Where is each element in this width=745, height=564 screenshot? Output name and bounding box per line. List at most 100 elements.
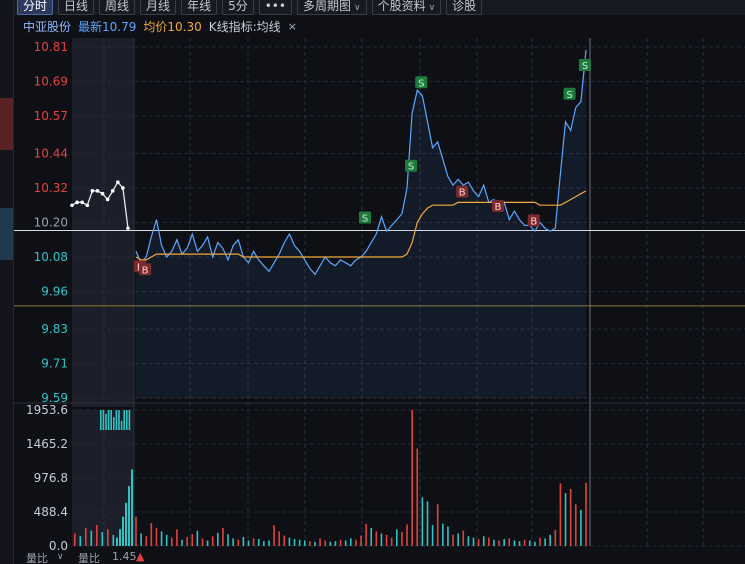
volume-bar: [263, 541, 265, 546]
auction-volume-bar: [118, 410, 120, 430]
volume-bar: [288, 537, 291, 546]
marker-label: S: [582, 61, 588, 72]
volume-bar: [528, 540, 531, 546]
volume-bar: [549, 534, 552, 546]
volume-bar: [564, 493, 567, 546]
price-tick-label: 10.08: [34, 250, 68, 264]
volume-bar: [406, 524, 408, 546]
volume-bar: [462, 530, 465, 546]
volume-bar: [534, 541, 536, 546]
marker-label: B: [530, 216, 537, 227]
volume-bar: [467, 536, 470, 546]
volume-bar: [268, 540, 270, 546]
price-tick-label: 10.57: [34, 109, 68, 123]
auction-price-point: [80, 200, 84, 205]
volume-bar: [232, 538, 234, 546]
volume-bar: [283, 535, 286, 546]
chevron-down-icon[interactable]: ∨: [57, 552, 64, 562]
volume-bar: [349, 538, 352, 546]
volume-tick-label: 488.4: [34, 505, 68, 519]
price-tick-label: 10.44: [34, 146, 68, 160]
volume-bar: [145, 536, 148, 546]
volume-bar: [503, 539, 505, 546]
volume-bar: [176, 529, 178, 546]
auction-volume-bar: [107, 410, 110, 430]
volume-bar: [523, 539, 526, 546]
marker-label: S: [418, 78, 424, 89]
volume-tick-label: 1953.6: [26, 403, 68, 417]
price-tick-label: 10.81: [34, 40, 68, 54]
volume-bar: [329, 541, 332, 546]
intraday-chart[interactable]: 10.81 10.69 10.57 10.44 10.32 10.20 10.08 9.96 9…: [0, 0, 745, 552]
price-tick-label: 10.32: [34, 181, 68, 195]
volume-bar: [508, 538, 511, 546]
volume-bar: [436, 504, 439, 546]
auction-price-point: [116, 180, 120, 185]
volume-bar: [309, 541, 311, 546]
price-tick-label: 9.96: [41, 285, 68, 299]
auction-volume-bar: [105, 413, 107, 430]
volume-tick-label: 0.0: [49, 539, 68, 552]
volume-bar: [375, 531, 378, 546]
volume-bar: [457, 533, 459, 546]
auction-volume-bar: [113, 417, 115, 430]
volume-bar: [257, 539, 260, 546]
volume-bar: [416, 448, 419, 546]
volume-bar: [539, 537, 541, 546]
marker-label: S: [362, 214, 368, 225]
volume-bar: [482, 536, 485, 546]
volume-bar: [344, 540, 347, 546]
volume-bar: [112, 534, 115, 546]
volume-bar: [585, 482, 587, 546]
volume-bar: [252, 538, 255, 546]
volume-bar: [90, 530, 93, 546]
volume-bar: [273, 525, 275, 546]
auction-price-point: [70, 203, 74, 208]
auction-price-point: [100, 191, 105, 196]
auction-volume-bar: [128, 486, 130, 546]
auction-price-point: [95, 189, 100, 193]
volume-bar: [237, 539, 240, 546]
volume-bar: [303, 540, 306, 546]
volume-bar: [293, 539, 296, 546]
marker-label: S: [408, 162, 414, 173]
price-tick-label: 10.69: [34, 75, 68, 89]
price-tick-label: 9.83: [41, 322, 68, 336]
volume-bar: [135, 516, 137, 546]
volume-bar: [380, 533, 383, 546]
marker-label: S: [566, 90, 572, 101]
volume-bar: [559, 483, 562, 546]
auction-price-point: [121, 186, 125, 190]
volume-bar: [452, 534, 454, 546]
marker-label: B: [495, 202, 502, 213]
volume-bar: [96, 525, 98, 546]
auction-volume-bar: [119, 529, 121, 546]
volume-bar: [107, 529, 109, 546]
volume-bar: [222, 527, 224, 546]
volume-bar: [160, 531, 163, 546]
volume-bar: [140, 533, 142, 546]
auction-volume-bar: [115, 410, 118, 430]
volume-bar: [431, 525, 434, 546]
volume-bar: [580, 509, 582, 546]
volume-bar: [442, 523, 444, 546]
volume-bar: [324, 540, 327, 546]
volume-bar: [191, 534, 194, 546]
price-tick-label: 10.20: [34, 216, 68, 230]
auction-price-point: [85, 203, 90, 208]
footer-volume-ratio-2: 量比: [78, 552, 100, 564]
auction-volume-bar: [128, 410, 131, 430]
footer-volume-ratio-1[interactable]: 量比: [26, 552, 48, 564]
volume-bar: [314, 541, 316, 546]
volume-bar: [365, 523, 367, 546]
volume-bar: [395, 529, 398, 546]
volume-bar: [211, 536, 214, 546]
volume-bar: [334, 541, 337, 546]
auction-volume-bar: [123, 410, 125, 430]
volume-bar: [79, 536, 82, 546]
volume-bar: [447, 526, 449, 546]
volume-bar: [201, 538, 204, 546]
volume-tick-label: 1465.2: [26, 437, 68, 451]
volume-bar: [426, 501, 429, 546]
volume-bar: [85, 527, 87, 546]
